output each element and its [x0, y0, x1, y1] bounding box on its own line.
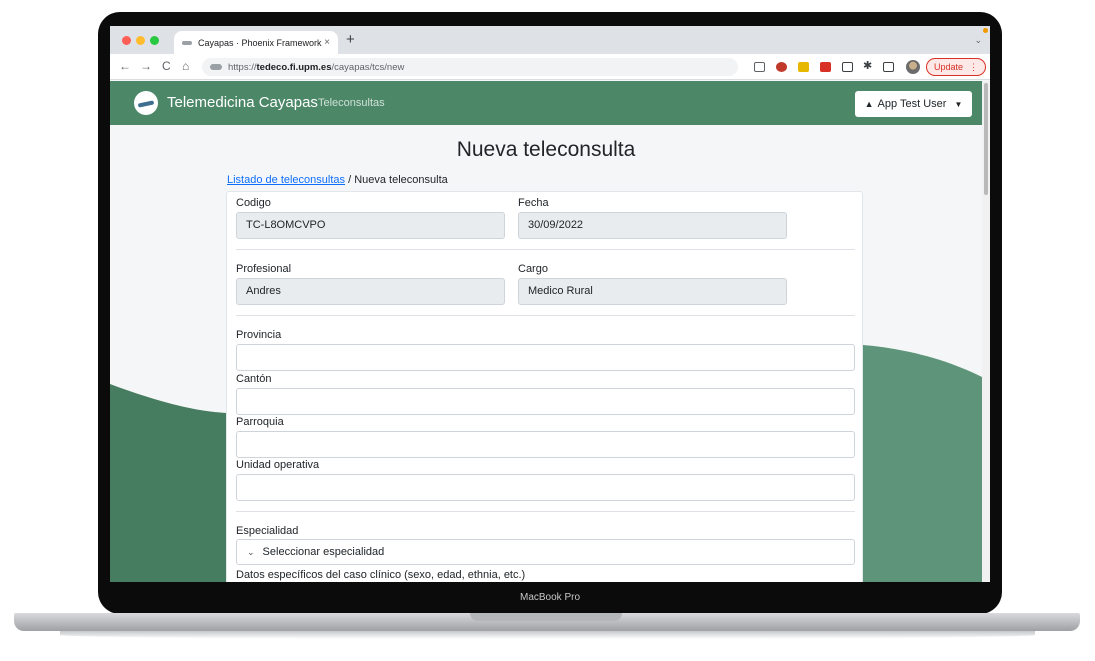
url-host: tedeco.fi.upm.es — [256, 61, 332, 73]
fecha-label: Fecha — [518, 197, 549, 209]
screen: Cayapas · Phoenix Framework × + ⌄ ← → C … — [110, 26, 990, 582]
home-icon[interactable]: ⌂ — [182, 59, 189, 73]
screencast-extension-icon[interactable] — [754, 62, 765, 72]
fecha-field: 30/09/2022 — [518, 212, 787, 239]
provincia-input[interactable] — [236, 344, 855, 371]
picture-in-picture-icon[interactable] — [842, 62, 853, 72]
browser-toolbar: ← → C ⌂ https:// tedeco.fi.upm.es /cayap… — [110, 54, 990, 80]
notification-dot — [983, 28, 988, 33]
favicon-icon — [182, 40, 192, 45]
canton-input[interactable] — [236, 388, 855, 415]
browser-tab[interactable]: Cayapas · Phoenix Framework × — [174, 31, 338, 54]
update-label: Update — [933, 62, 964, 72]
codigo-field: TC-L8OMCVPO — [236, 212, 505, 239]
tab-title: Cayapas · Phoenix Framework — [198, 37, 322, 48]
back-arrow-icon[interactable]: ← — [119, 59, 131, 73]
window-minimize-button[interactable] — [136, 36, 145, 45]
update-button[interactable]: Update ⋮ — [926, 58, 986, 76]
more-menu-icon: ⋮ — [969, 61, 979, 72]
canton-label: Cantón — [236, 373, 272, 385]
app-navbar: Telemedicina Cayapas Teleconsultas ▲ App… — [110, 81, 982, 125]
cargo-label: Cargo — [518, 263, 548, 275]
cargo-field: Medico Rural — [518, 278, 787, 305]
scrollbar-thumb[interactable] — [984, 83, 988, 195]
especialidad-selected: Seleccionar especialidad — [262, 546, 385, 558]
profesional-field: Andres — [236, 278, 505, 305]
parroquia-label: Parroquia — [236, 416, 284, 428]
extension-icon-red[interactable] — [820, 62, 831, 72]
window-maximize-button[interactable] — [150, 36, 159, 45]
url-path: /cayapas/tcs/new — [331, 61, 405, 73]
site-info-icon[interactable] — [210, 64, 222, 70]
extension-icon[interactable] — [798, 62, 809, 72]
unidad-operativa-input[interactable] — [236, 474, 855, 501]
divider — [236, 315, 855, 316]
datos-caso-label: Datos específicos del caso clínico (sexo… — [236, 569, 526, 581]
reload-icon[interactable]: C — [162, 59, 171, 73]
codigo-label: Codigo — [236, 197, 271, 209]
browser-tab-bar: Cayapas · Phoenix Framework × + ⌄ — [110, 26, 990, 54]
divider — [236, 249, 855, 250]
page-title: Nueva teleconsulta — [456, 138, 636, 161]
chevron-down-icon: ⌄ — [247, 546, 255, 557]
caret-down-icon: ▼ — [954, 99, 963, 109]
parroquia-input[interactable] — [236, 431, 855, 458]
brand-name[interactable]: Telemedicina Cayapas — [167, 94, 318, 111]
profile-avatar[interactable] — [906, 60, 920, 74]
laptop-shadow — [60, 631, 1035, 639]
url-scheme: https:// — [228, 61, 257, 73]
forward-arrow-icon[interactable]: → — [140, 59, 152, 73]
puzzle-extensions-icon[interactable]: ✱ — [863, 59, 874, 72]
provincia-label: Provincia — [236, 329, 282, 341]
device-label: MacBook Pro — [519, 592, 581, 603]
address-bar[interactable]: https:// tedeco.fi.upm.es /cayapas/tcs/n… — [202, 58, 738, 76]
breadcrumb-separator: / — [345, 174, 355, 186]
laptop-notch — [470, 613, 622, 621]
nav-link-teleconsultas[interactable]: Teleconsultas — [318, 97, 385, 109]
side-panel-icon[interactable] — [883, 62, 894, 72]
tab-list-chevron-icon[interactable]: ⌄ — [974, 35, 982, 46]
especialidad-label: Especialidad — [236, 525, 299, 537]
breadcrumb: Listado de teleconsultas / Nueva telecon… — [227, 174, 448, 186]
tab-close-icon[interactable]: × — [324, 37, 330, 48]
divider — [236, 511, 855, 512]
especialidad-select[interactable]: ⌄ Seleccionar especialidad — [236, 539, 855, 565]
profesional-label: Profesional — [236, 263, 292, 275]
app-page: Telemedicina Cayapas Teleconsultas ▲ App… — [110, 81, 982, 582]
form-card: Codigo TC-L8OMCVPO Fecha 30/09/2022 Prof… — [226, 191, 863, 582]
window-close-button[interactable] — [122, 36, 131, 45]
brand-logo[interactable] — [134, 91, 158, 115]
breadcrumb-link[interactable]: Listado de teleconsultas — [227, 174, 345, 186]
unidad-operativa-label: Unidad operativa — [236, 459, 320, 471]
user-icon: ▲ — [864, 99, 874, 109]
new-tab-button[interactable]: + — [346, 31, 355, 48]
ublock-extension-icon[interactable] — [776, 62, 787, 72]
user-menu-button[interactable]: ▲ App Test User ▼ — [855, 91, 972, 117]
breadcrumb-current: Nueva teleconsulta — [354, 174, 448, 186]
user-menu-label: App Test User — [877, 98, 947, 110]
